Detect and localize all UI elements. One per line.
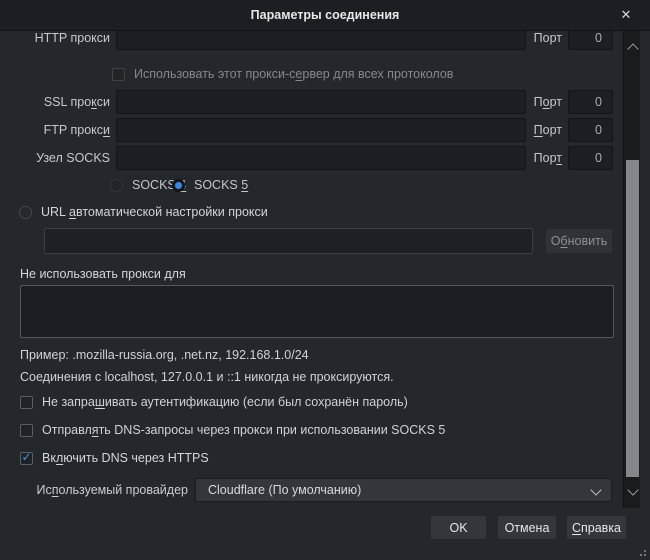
cancel-button[interactable]: Отмена	[497, 515, 557, 540]
help-button[interactable]: Справка	[566, 515, 627, 540]
socks-host-row: Узел SOCKS Порт	[0, 145, 613, 171]
socks5-label: SOCKS 5	[194, 178, 248, 192]
no-proxy-label: Не использовать прокси для	[20, 267, 186, 281]
no-proxy-textarea[interactable]	[20, 285, 614, 338]
ftp-proxy-row: FTP прокси Порт	[0, 117, 613, 143]
radio-icon	[110, 179, 123, 192]
http-port-label: Порт	[534, 31, 562, 45]
chevron-down-icon	[590, 484, 601, 495]
no-proxy-example: Пример: .mozilla-russia.org, .net.nz, 19…	[20, 348, 309, 362]
radio-selected-icon	[172, 179, 185, 192]
provider-label: Используемый провайдер	[0, 483, 188, 497]
ssl-proxy-input[interactable]	[116, 90, 526, 114]
checkbox-icon	[20, 396, 33, 409]
close-icon[interactable]: ✕	[612, 0, 640, 30]
ssl-proxy-row: SSL прокси Порт	[0, 89, 613, 115]
doh-checkbox[interactable]: ✓ Включить DNS через HTTPS	[20, 450, 209, 466]
socks-host-label: Узел SOCKS	[0, 151, 110, 165]
refresh-button[interactable]: Обновить	[545, 228, 613, 254]
http-proxy-row: HTTP прокси Порт	[0, 31, 613, 51]
checkbox-icon	[20, 424, 33, 437]
radio-icon	[19, 206, 32, 219]
autoconfig-url-radio[interactable]: URL автоматической настройки прокси	[19, 204, 268, 220]
ftp-proxy-label: FTP прокси	[0, 123, 110, 137]
scroll-down-arrow-icon[interactable]	[627, 484, 638, 495]
socks-port-label: Порт	[534, 151, 562, 165]
http-proxy-label: HTTP прокси	[0, 31, 110, 45]
ssl-port-input[interactable]	[568, 90, 613, 114]
http-port-input[interactable]	[568, 31, 613, 50]
autoconfig-url-label: URL автоматической настройки прокси	[41, 205, 268, 219]
scrollbar-thumb[interactable]	[626, 160, 639, 477]
vertical-scrollbar[interactable]	[623, 31, 640, 508]
socks-host-input[interactable]	[116, 146, 526, 170]
dialog-titlebar: Параметры соединения ✕	[0, 0, 650, 31]
proxy-dns-label: Отправлять DNS-запросы через прокси при …	[42, 423, 445, 437]
use-proxy-for-all-checkbox[interactable]: Использовать этот прокси-сервер для всех…	[112, 66, 453, 82]
autoconfig-url-input[interactable]	[44, 228, 533, 254]
dialog-title: Параметры соединения	[251, 8, 400, 22]
proxy-dns-checkbox[interactable]: Отправлять DNS-запросы через прокси при …	[20, 422, 445, 438]
checkbox-checked-icon: ✓	[20, 452, 33, 465]
ssl-proxy-label: SSL прокси	[0, 95, 110, 109]
doh-label: Включить DNS через HTTPS	[42, 451, 209, 465]
checkbox-icon	[112, 68, 125, 81]
http-proxy-input[interactable]	[116, 31, 526, 50]
socks-port-input[interactable]	[568, 146, 613, 170]
use-proxy-for-all-label: Использовать этот прокси-сервер для всех…	[134, 67, 453, 81]
ssl-port-label: Порт	[534, 95, 562, 109]
resize-grip-icon[interactable]	[636, 546, 648, 558]
ok-button[interactable]: OK	[430, 515, 487, 540]
ftp-port-input[interactable]	[568, 118, 613, 142]
provider-dropdown[interactable]: Cloudflare (По умолчанию)	[195, 478, 612, 502]
localhost-note: Соединения с localhost, 127.0.0.1 и ::1 …	[20, 370, 394, 384]
provider-value: Cloudflare (По умолчанию)	[208, 483, 361, 497]
scroll-up-arrow-icon[interactable]	[627, 43, 638, 54]
dialog-content: HTTP прокси Порт Использовать этот прокс…	[0, 31, 650, 560]
ftp-proxy-input[interactable]	[116, 118, 526, 142]
socks5-radio[interactable]: SOCKS 5	[172, 177, 248, 193]
ftp-port-label: Порт	[534, 123, 562, 137]
no-auth-label: Не запрашивать аутентификацию (если был …	[42, 395, 408, 409]
no-auth-checkbox[interactable]: Не запрашивать аутентификацию (если был …	[20, 394, 408, 410]
